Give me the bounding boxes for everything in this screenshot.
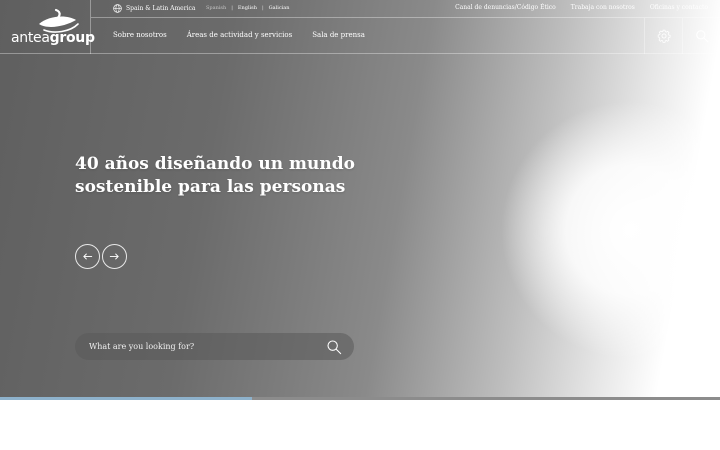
region-label: Spain & Latin America [126, 5, 196, 12]
utility-bar: Spain & Latin America Spanish | English … [91, 0, 720, 18]
nav-item-about[interactable]: Sobre nosotros [113, 31, 167, 39]
nav-item-press-room[interactable]: Sala de prensa [312, 31, 365, 39]
hero-headline-line2: sostenible para las personas [75, 177, 346, 197]
hero-banner: anteagroup Spain & Latin America Spanish… [0, 0, 720, 397]
hero-headline-line1: 40 años diseñando un mundo [75, 154, 355, 174]
language-switcher: Spanish | English | Galician [206, 5, 289, 11]
logo-wordmark: anteagroup [11, 30, 95, 46]
hero-headline: 40 años diseñando un mundo sostenible pa… [75, 153, 405, 199]
site-header: anteagroup Spain & Latin America Spanish… [0, 0, 720, 54]
slider-prev-button[interactable] [75, 244, 100, 269]
slider-progress-track [0, 397, 720, 400]
link-careers[interactable]: Trabaja con nosotros [571, 4, 635, 11]
lang-separator: | [231, 5, 233, 11]
utility-links: Canal de denuncias/Código Ético Trabaja … [455, 4, 708, 11]
logo-wordmark-light: antea [11, 30, 50, 46]
hero-light-glow [500, 100, 720, 360]
antea-group-logo[interactable]: anteagroup [0, 0, 95, 54]
search-icon [695, 30, 708, 43]
globe-icon [113, 4, 122, 13]
header-search-button[interactable] [682, 18, 720, 54]
logo-wordmark-bold: group [49, 30, 95, 46]
main-navigation: Sobre nosotros Áreas de actividad y serv… [91, 18, 720, 54]
lang-spanish[interactable]: Spanish [206, 5, 226, 11]
hero-search-input[interactable] [89, 339, 309, 353]
region-selector[interactable]: Spain & Latin America [113, 4, 195, 13]
hero-search-bar [75, 333, 354, 360]
slider-next-button[interactable] [102, 244, 127, 269]
lang-english[interactable]: English [238, 5, 257, 11]
settings-button[interactable] [644, 18, 682, 54]
lang-galician[interactable]: Galician [269, 5, 290, 11]
lang-separator: | [261, 5, 264, 11]
nav-links: Sobre nosotros Áreas de actividad y serv… [113, 31, 365, 39]
link-offices-contact[interactable]: Oficinas y contacto [650, 4, 708, 11]
arrow-right-icon [109, 253, 119, 260]
search-icon[interactable] [326, 339, 342, 355]
arrow-left-icon [83, 253, 93, 260]
nav-item-activity-areas[interactable]: Áreas de actividad y servicios [187, 31, 293, 39]
slider-progress-fill [0, 397, 252, 400]
link-whistleblowing[interactable]: Canal de denuncias/Código Ético [455, 4, 556, 11]
gear-icon [657, 29, 671, 43]
